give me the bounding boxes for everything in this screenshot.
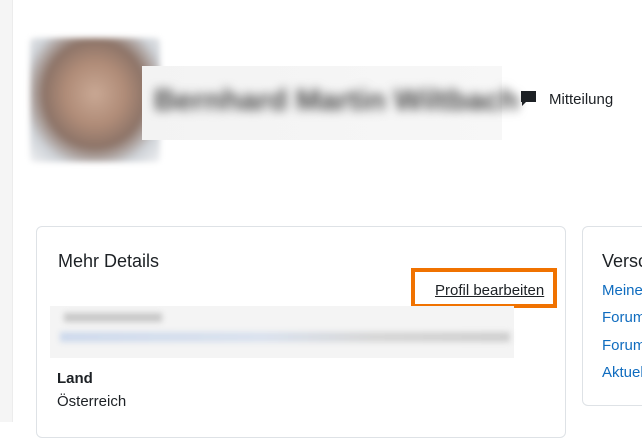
user-name: Bernhard Martin Wiltbach: [154, 84, 519, 117]
more-details-title: Mehr Details: [58, 251, 160, 271]
side-link-meine[interactable]: Meine: [602, 282, 642, 299]
user-avatar: [30, 38, 160, 162]
email-field-redacted: [50, 306, 514, 358]
message-button[interactable]: Mitteilung: [520, 90, 613, 108]
user-name-redacted: Bernhard Martin Wiltbach: [142, 66, 519, 140]
side-card-title: Versc: [602, 251, 642, 271]
message-label: Mitteilung: [549, 90, 614, 108]
message-icon: [521, 91, 536, 106]
side-link-forum-1[interactable]: Forum: [602, 309, 642, 326]
country-label: Land: [57, 370, 93, 387]
redacted-label: [64, 313, 162, 322]
side-card: Versc Meine Forum Forum Aktuel: [582, 226, 642, 406]
left-sidebar-strip: [0, 0, 13, 422]
side-link-aktuell[interactable]: Aktuel: [602, 364, 642, 381]
country-value: Österreich: [57, 393, 127, 410]
redacted-value: [60, 332, 510, 342]
edit-profile-link[interactable]: Profil bearbeiten: [435, 282, 544, 299]
side-link-forum-2[interactable]: Forum: [602, 337, 642, 354]
